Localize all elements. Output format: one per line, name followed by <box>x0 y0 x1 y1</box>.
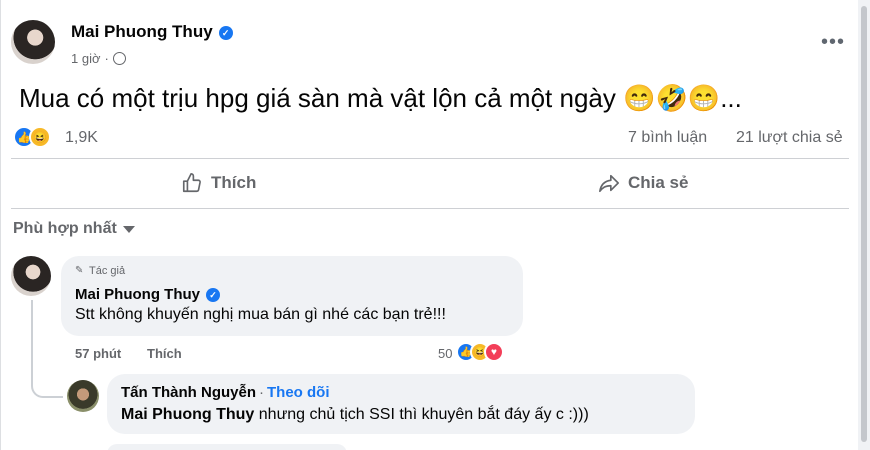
post-reaction-icons[interactable]: 👍 😆 <box>13 126 51 148</box>
share-count[interactable]: 21 lượt chia sẻ <box>736 129 843 147</box>
follow-link[interactable]: Theo dõi <box>267 384 330 401</box>
post-author-name[interactable]: Mai Phuong Thuy <box>71 22 213 41</box>
reply-mention[interactable]: Mai Phuong Thuy <box>121 406 254 423</box>
scrollbar[interactable] <box>858 0 870 450</box>
thread-line <box>31 300 63 398</box>
reply-bubble: Tấn Thành Nguyễn · Theo dõi Mai Phuong Thu… <box>107 374 695 434</box>
globe-icon <box>112 52 126 65</box>
like-label: Thích <box>211 173 257 192</box>
sort-label: Phù hợp nhất <box>13 220 117 237</box>
love-icon: ♥ <box>484 342 504 362</box>
reaction-count[interactable]: 1,9K <box>65 129 98 147</box>
share-label: Chia sẻ <box>628 173 689 192</box>
comment-author[interactable]: Mai Phuong Thuy ✓ <box>75 286 220 303</box>
verified-badge-icon: ✓ <box>218 25 233 40</box>
comment-text: Stt không khuyến nghị mua bán gì nhé các… <box>75 306 446 323</box>
comment-like-button[interactable]: Thích <box>147 346 182 361</box>
comment-avatar[interactable] <box>11 256 51 296</box>
post-meta: 1 giờ · <box>71 51 126 66</box>
post-time[interactable]: 1 giờ <box>71 51 101 66</box>
meta-separator: · <box>104 51 109 66</box>
comment-reaction-count[interactable]: 50 <box>438 346 452 361</box>
author-avatar[interactable] <box>11 20 55 64</box>
divider <box>11 158 849 159</box>
share-arrow-icon <box>599 174 619 193</box>
reply-text: Mai Phuong Thuy nhưng chủ tịch SSI thì k… <box>121 406 589 424</box>
comment-count[interactable]: 7 bình luận <box>628 129 707 147</box>
reply-header: Tấn Thành Nguyễn · Theo dõi <box>121 384 330 401</box>
comment-time[interactable]: 57 phút <box>75 346 121 361</box>
author-tag-label: Tác giả <box>89 265 126 277</box>
comment-reaction-icons[interactable]: 👍 😆 ♥ <box>456 342 504 362</box>
comment-author-name[interactable]: Mai Phuong Thuy <box>75 286 200 303</box>
scrollbar-thumb[interactable] <box>861 6 867 442</box>
post-text: Mua có một trịu hpg giá sàn mà vật lộn c… <box>19 83 742 113</box>
reply-author[interactable]: Tấn Thành Nguyễn <box>121 384 256 401</box>
comment-bubble: ✎ Tác giả Mai Phuong Thuy ✓ Stt không khu… <box>61 256 523 336</box>
more-options-icon[interactable]: ••• <box>821 31 845 54</box>
reply-avatar[interactable] <box>67 380 99 412</box>
share-button[interactable]: Chia sẻ <box>598 172 688 194</box>
next-comment-bubble <box>107 444 347 450</box>
like-button[interactable]: Thích <box>181 172 256 194</box>
verified-badge-icon: ✓ <box>206 288 220 303</box>
divider <box>11 208 849 209</box>
pencil-icon: ✎ <box>75 265 84 276</box>
post-author[interactable]: Mai Phuong Thuy ✓ <box>71 22 233 42</box>
haha-icon: 😆 <box>29 126 51 148</box>
post-card: Mai Phuong Thuy ✓ 1 giờ · ••• Mua có một … <box>0 0 858 450</box>
caret-down-icon <box>122 225 135 233</box>
reply-body: nhưng chủ tịch SSI thì khuyên bắt đáy ấy… <box>254 406 589 423</box>
thumbs-up-icon <box>182 173 201 193</box>
reply-separator: · <box>259 384 264 401</box>
author-tag: ✎ Tác giả <box>75 265 125 277</box>
comment-sort-dropdown[interactable]: Phù hợp nhất <box>13 220 135 238</box>
